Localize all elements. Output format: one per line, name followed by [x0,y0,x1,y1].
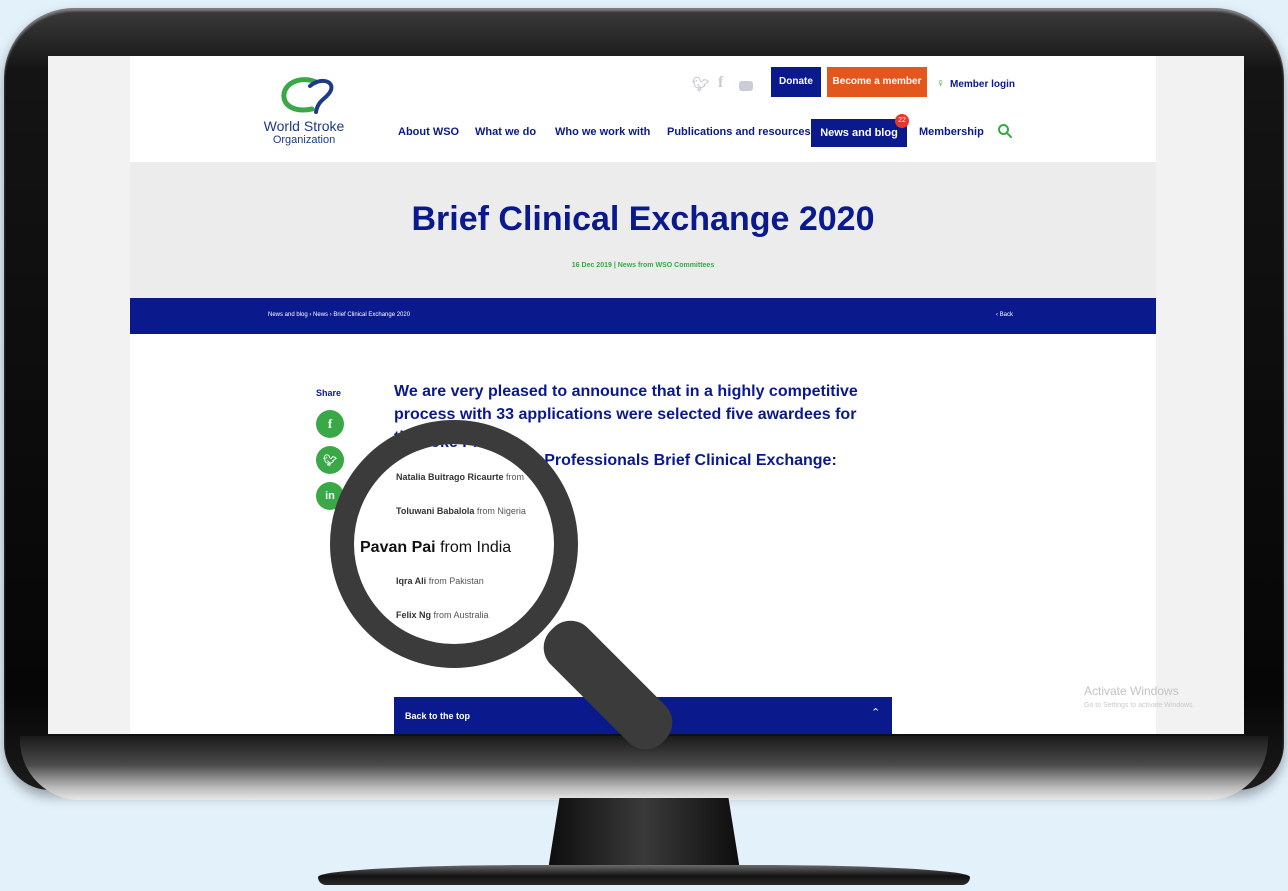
magnified-awardee-from: from [506,472,525,482]
meta-separator: | [613,262,616,269]
nav-about-wso[interactable]: About WSO [398,126,459,138]
magnified-awardee: Iqra Ali from Pakistan [396,576,484,586]
magnified-focus-name: Pavan Pai [360,539,436,556]
article-date: 16 Dec 2019 [571,262,612,269]
news-count-badge: 22 [895,114,909,128]
article-meta: 16 Dec 2019 | News from WSO Committees [130,262,1156,269]
monitor-stand-neck [548,798,740,870]
windows-activation-title: Activate Windows [1084,684,1179,698]
article-hero: Brief Clinical Exchange 2020 16 Dec 2019… [130,162,1156,298]
magnified-awardee-from: from Australia [433,610,489,620]
linkedin-icon: in [325,490,335,502]
logo-subtitle: Organization [272,134,336,146]
back-link[interactable]: ‹ Back [996,312,1013,318]
nav-news-and-blog[interactable]: News and blog [811,119,907,147]
logo-mark-icon [281,77,334,114]
magnifier-glass: Stroke Professionals Brief Clinical Exch… [330,420,578,668]
member-login-link[interactable]: ♀ Member login [936,76,1015,90]
article-category-link[interactable]: News from WSO Committees [618,262,714,269]
magnified-awardee: Toluwani Babalola from Nigeria [396,506,526,516]
search-icon[interactable] [997,123,1013,139]
web-page: World Stroke Organization 🐦︎ f Donate Be… [130,56,1156,734]
magnified-awardee: Felix Ng from Australia [396,610,489,620]
magnified-awardee-name: Natalia Buitrago Ricaurte [396,472,504,482]
nav-publications-and-resources[interactable]: Publications and resources [667,126,811,138]
magnified-awardee: Natalia Buitrago Ricaurte from [396,472,524,482]
user-icon: ♀ [936,76,945,90]
magnified-awardee-from: from Pakistan [428,576,484,586]
share-facebook-button[interactable]: f [316,410,344,438]
monitor-stand-foot [318,865,970,885]
back-to-top-label: Back to the top [405,711,471,721]
site-header: World Stroke Organization 🐦︎ f Donate Be… [130,56,1156,162]
windows-activation-subtitle: Go to Settings to activate Windows. [1084,702,1195,709]
chevron-up-icon: ⌃ [871,707,881,719]
youtube-icon[interactable] [739,78,753,94]
magnified-awardee-name: Toluwani Babalola [396,506,475,516]
nav-who-we-work-with[interactable]: Who we work with [555,126,650,138]
twitter-icon[interactable]: 🐦︎ [692,76,710,93]
magnified-focus-awardee: Pavan Pai from India [360,539,511,557]
facebook-icon[interactable]: f [718,74,723,92]
member-login-label: Member login [950,79,1016,90]
site-logo[interactable]: World Stroke Organization [248,72,360,152]
donate-button[interactable]: Donate [771,67,821,97]
twitter-icon: 🐦︎ [323,455,337,467]
lead-line-1: We are very pleased to announce that in … [394,383,858,400]
share-twitter-button[interactable]: 🐦︎ [316,446,344,474]
breadcrumb-bar: News and blog › News › Brief Clinical Ex… [130,298,1156,334]
magnified-awardee-from: from Nigeria [476,506,526,516]
share-label: Share [316,388,342,398]
logo-title: World Stroke [263,118,345,134]
nav-membership[interactable]: Membership [919,126,984,138]
monitor-screen: World Stroke Organization 🐦︎ f Donate Be… [48,56,1244,734]
magnified-awardee-name: Iqra Ali [396,576,427,586]
magnifier-lens-content: Stroke Professionals Brief Clinical Exch… [354,444,554,644]
nav-what-we-do[interactable]: What we do [475,126,536,138]
become-member-button[interactable]: Become a member [827,67,927,97]
magnified-awardee-name: Felix Ng [396,610,432,620]
facebook-icon: f [327,416,333,431]
breadcrumb[interactable]: News and blog › News › Brief Clinical Ex… [268,312,410,318]
page-title: Brief Clinical Exchange 2020 [411,200,875,238]
magnified-focus-from: from India [440,539,512,556]
